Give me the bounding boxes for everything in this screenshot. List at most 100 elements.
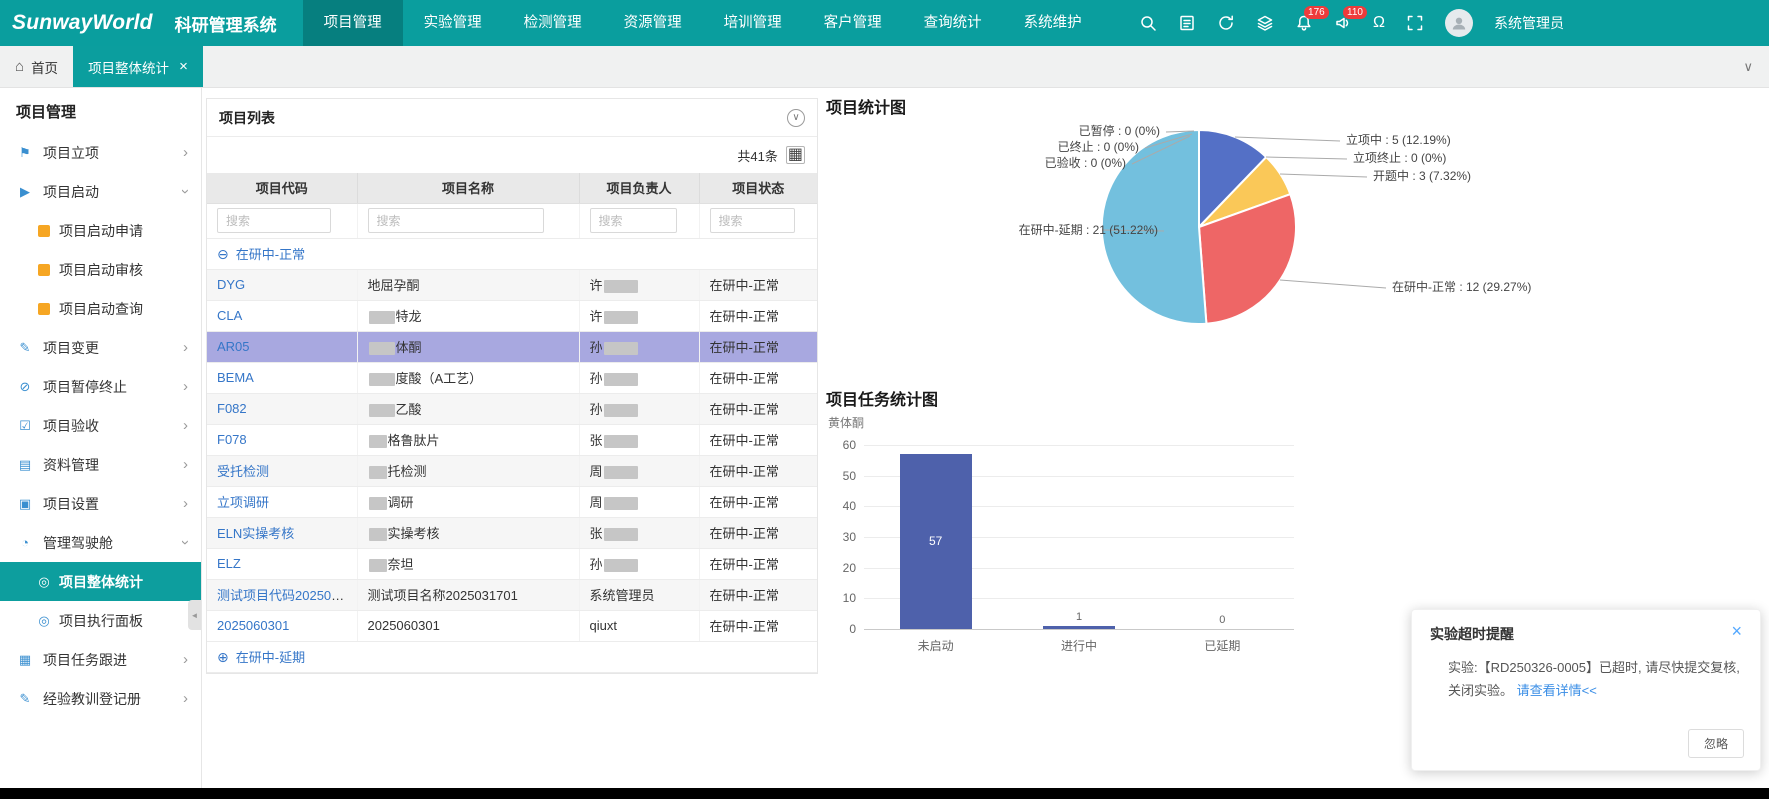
- pie-chart: 立项中 : 5 (12.19%)立项终止 : 0 (0%)开题中 : 3 (7.…: [826, 114, 1566, 354]
- search-input[interactable]: [217, 208, 331, 233]
- sidebar-item[interactable]: ▶项目启动›: [0, 172, 201, 211]
- sidebar-subitem[interactable]: 项目启动查询: [0, 289, 201, 328]
- chevron-icon: ›: [183, 144, 188, 161]
- column-header[interactable]: 项目名称: [357, 173, 579, 203]
- project-owner-cell: 许: [579, 300, 699, 331]
- avatar[interactable]: [1445, 9, 1473, 37]
- submenu-icon: [38, 225, 50, 237]
- table-row[interactable]: 20250603012025060301qiuxt在研中-正常: [207, 610, 817, 641]
- project-code-link[interactable]: 2025060301: [217, 618, 289, 633]
- project-code-link[interactable]: F082: [217, 401, 247, 416]
- sidebar-item[interactable]: ☑项目验收›: [0, 406, 201, 445]
- search-input[interactable]: [590, 208, 677, 233]
- sidebar-subitem-active[interactable]: ◎项目整体统计: [0, 562, 201, 601]
- fullscreen-icon[interactable]: [1406, 14, 1424, 32]
- sidebar-item[interactable]: ⚑项目立项›: [0, 133, 201, 172]
- nav-menu-item[interactable]: 培训管理: [703, 0, 803, 46]
- project-code-link[interactable]: 受托检测: [217, 464, 269, 479]
- nav-menu-item[interactable]: 系统维护: [1003, 0, 1103, 46]
- search-input[interactable]: [368, 208, 545, 233]
- project-code-link[interactable]: BEMA: [217, 370, 254, 385]
- project-code-link[interactable]: 立项调研: [217, 495, 269, 510]
- sidebar-item[interactable]: ▣项目设置›: [0, 484, 201, 523]
- nav-menu-item[interactable]: 检测管理: [503, 0, 603, 46]
- collapse-group-icon[interactable]: ⊖: [217, 246, 229, 262]
- tab-home[interactable]: ⌂首页: [0, 46, 73, 87]
- nav-menu-item[interactable]: 资源管理: [603, 0, 703, 46]
- table-header-row: 项目代码项目名称项目负责人项目状态: [207, 173, 817, 203]
- tab-list-chevron-icon[interactable]: ∨: [1743, 59, 1769, 75]
- panel-title: 项目列表: [219, 108, 275, 128]
- table-row[interactable]: ELZ奈坦孙在研中-正常: [207, 548, 817, 579]
- group-row[interactable]: ⊕在研中-延期: [207, 641, 817, 672]
- project-name-cell: 托检测: [357, 455, 579, 486]
- layers-icon[interactable]: [1256, 14, 1274, 32]
- refresh-icon[interactable]: [1217, 14, 1235, 32]
- nav-menu-item[interactable]: 实验管理: [403, 0, 503, 46]
- column-header[interactable]: 项目负责人: [579, 173, 699, 203]
- project-code-link[interactable]: 测试项目代码20250317...: [217, 588, 357, 603]
- omega-icon[interactable]: Ω: [1373, 14, 1385, 32]
- table-row[interactable]: BEMA度酸（A工艺）孙在研中-正常: [207, 362, 817, 393]
- redacted-text: [369, 435, 387, 448]
- table-row[interactable]: 立项调研调研周在研中-正常: [207, 486, 817, 517]
- tab-active[interactable]: 项目整体统计×: [73, 46, 203, 87]
- search-input[interactable]: [710, 208, 796, 233]
- close-icon[interactable]: ×: [1731, 624, 1742, 638]
- project-code-link[interactable]: ELZ: [217, 556, 241, 571]
- user-name[interactable]: 系统管理员: [1494, 13, 1564, 33]
- speaker-mute-handle[interactable]: ◄: [188, 600, 201, 630]
- group-row[interactable]: ⊖在研中-正常: [207, 238, 817, 269]
- bar-segment[interactable]: [1043, 626, 1115, 629]
- sidebar-item[interactable]: ✎项目变更›: [0, 328, 201, 367]
- sidebar-item-label: 项目验收: [43, 416, 183, 436]
- view-details-link[interactable]: 请查看详情<<: [1517, 683, 1597, 698]
- sidebar-item[interactable]: ▦项目任务跟进›: [0, 640, 201, 679]
- tab-close-icon[interactable]: ×: [179, 58, 188, 75]
- redacted-text: [604, 528, 638, 541]
- sidebar-item[interactable]: ▤资料管理›: [0, 445, 201, 484]
- table-row[interactable]: ELN实操考核实操考核张在研中-正常: [207, 517, 817, 548]
- y-axis-label: 60: [826, 438, 856, 452]
- table-row[interactable]: F078格鲁肽片张在研中-正常: [207, 424, 817, 455]
- project-code-link[interactable]: F078: [217, 432, 247, 447]
- sidebar-item-label: 项目暂停终止: [43, 377, 183, 397]
- sidebar-item[interactable]: ✎经验教训登记册›: [0, 679, 201, 718]
- project-code-link[interactable]: CLA: [217, 308, 242, 323]
- sidebar-subitem[interactable]: ◎项目执行面板: [0, 601, 201, 640]
- column-header[interactable]: 项目状态: [699, 173, 817, 203]
- announcement-icon[interactable]: 110: [1334, 14, 1352, 32]
- home-icon: ⌂: [15, 58, 24, 75]
- bar-value-label: 1: [1043, 611, 1115, 623]
- pie-label: 已终止 : 0 (0%): [1058, 139, 1139, 154]
- form-icon[interactable]: [1178, 14, 1196, 32]
- project-code-link[interactable]: DYG: [217, 277, 245, 292]
- table-row[interactable]: 测试项目代码20250317...测试项目名称2025031701系统管理员在研…: [207, 579, 817, 610]
- project-name-cell: 格鲁肽片: [357, 424, 579, 455]
- search-icon[interactable]: [1139, 14, 1157, 32]
- pie-leader-line: [1280, 174, 1367, 177]
- nav-menu-item[interactable]: 项目管理: [303, 0, 403, 46]
- menu-icon: ▶: [16, 184, 34, 200]
- menu-icon: ✎: [16, 340, 34, 356]
- table-row[interactable]: F082乙酸孙在研中-正常: [207, 393, 817, 424]
- sidebar-item[interactable]: ◔管理驾驶舱›: [0, 523, 201, 562]
- ignore-button[interactable]: 忽略: [1688, 729, 1744, 758]
- sidebar-subitem[interactable]: 项目启动审核: [0, 250, 201, 289]
- panel-collapse-icon[interactable]: ∨: [787, 109, 805, 127]
- sidebar-subitem[interactable]: 项目启动申请: [0, 211, 201, 250]
- column-header[interactable]: 项目代码: [207, 173, 357, 203]
- project-code-link[interactable]: AR05: [217, 339, 250, 354]
- sidebar-subitem-label: 项目执行面板: [59, 611, 143, 631]
- table-row[interactable]: 受托检测托检测周在研中-正常: [207, 455, 817, 486]
- table-row[interactable]: CLA特龙许在研中-正常: [207, 300, 817, 331]
- bell-icon[interactable]: 176: [1295, 14, 1313, 32]
- sidebar-item[interactable]: ⊘项目暂停终止›: [0, 367, 201, 406]
- table-row[interactable]: DYG地屈孕酮许在研中-正常: [207, 269, 817, 300]
- project-code-link[interactable]: ELN实操考核: [217, 526, 294, 541]
- expand-group-icon[interactable]: ⊕: [217, 649, 229, 665]
- column-settings-icon[interactable]: ▦: [786, 146, 805, 164]
- nav-menu-item[interactable]: 客户管理: [803, 0, 903, 46]
- nav-menu-item[interactable]: 查询统计: [903, 0, 1003, 46]
- table-row[interactable]: AR05体酮孙在研中-正常: [207, 331, 817, 362]
